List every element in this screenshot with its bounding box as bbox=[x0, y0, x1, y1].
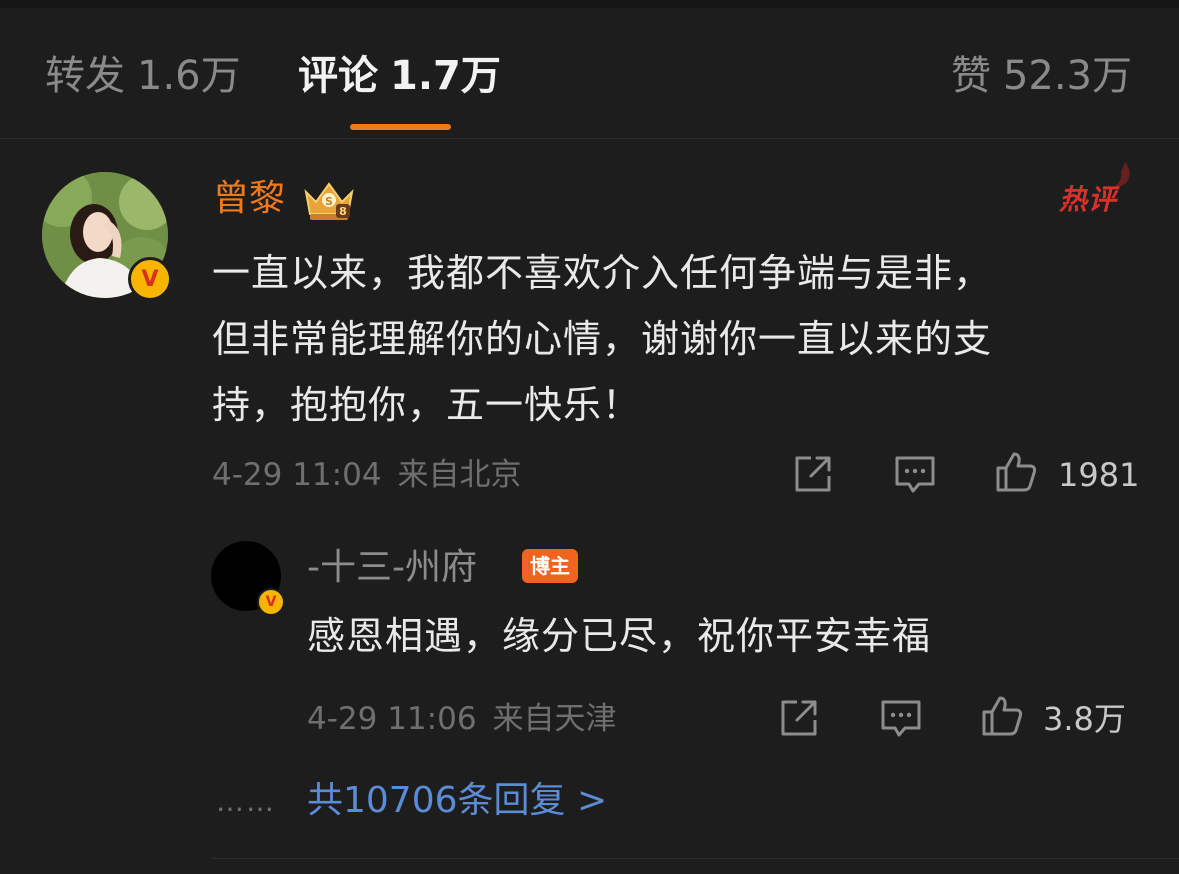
svg-text:S: S bbox=[325, 195, 333, 208]
comment-body: 一直以来，我都不喜欢介入任何争端与是非， 但非常能理解你的心情，谢谢你一直以来的… bbox=[212, 240, 1137, 438]
active-tab-indicator bbox=[350, 124, 451, 130]
tab-comments-label: 评论 bbox=[298, 53, 378, 99]
comment-like-count: 1981 bbox=[1058, 456, 1140, 494]
reply-username[interactable]: -十三-州府 bbox=[307, 546, 477, 590]
tab-repost-label: 转发 bbox=[45, 53, 125, 99]
tab-likes[interactable]: 赞 52.3万 bbox=[951, 54, 1132, 98]
reply-body: 感恩相遇，缘分已尽，祝你平安幸福 bbox=[307, 614, 932, 658]
tab-comments-count: 1.7万 bbox=[390, 53, 501, 99]
tab-repost[interactable]: 转发 1.6万 bbox=[45, 54, 241, 98]
reply-meta: 4-29 11:06 来自天津 bbox=[307, 699, 617, 739]
verified-badge-icon: V bbox=[257, 588, 285, 616]
comment-line: 持，抱抱你，五一快乐！ bbox=[212, 383, 642, 427]
verified-badge-icon: V bbox=[128, 257, 172, 301]
commenter-username[interactable]: 曾黎 bbox=[213, 177, 285, 221]
comment-time: 4-29 11:04 bbox=[212, 457, 382, 493]
comment-icon[interactable] bbox=[879, 696, 923, 740]
tab-comments[interactable]: 评论 1.7万 bbox=[298, 54, 501, 98]
share-icon[interactable] bbox=[791, 452, 835, 496]
comment-meta: 4-29 11:04 来自北京 bbox=[212, 455, 522, 495]
hot-comment-badge: 热评 bbox=[1059, 183, 1118, 216]
reply-like-count: 3.8万 bbox=[1043, 700, 1126, 738]
share-icon[interactable] bbox=[777, 696, 821, 740]
svg-text:8: 8 bbox=[339, 205, 347, 218]
comment-line: 但非常能理解你的心情，谢谢你一直以来的支 bbox=[212, 317, 993, 361]
tab-bar: 转发 1.6万 评论 1.7万 赞 52.3万 bbox=[0, 8, 1179, 139]
divider bbox=[212, 858, 1179, 859]
comments-page: 转发 1.6万 评论 1.7万 赞 52.3万 V 曾黎 S 8 热评 一直以来… bbox=[0, 0, 1179, 874]
thumbs-up-icon[interactable] bbox=[994, 450, 1038, 494]
comment-line: 一直以来，我都不喜欢介入任何争端与是非， bbox=[212, 251, 993, 295]
thumbs-up-icon[interactable] bbox=[980, 694, 1024, 738]
crown-icon: S 8 bbox=[304, 182, 354, 220]
comment-location: 来自北京 bbox=[397, 457, 522, 493]
tab-likes-label: 赞 bbox=[950, 53, 991, 99]
view-all-replies-link[interactable]: 共10706条回复 > bbox=[307, 779, 607, 823]
reply-location: 来自天津 bbox=[492, 701, 617, 737]
comment-icon[interactable] bbox=[893, 452, 937, 496]
reply-time: 4-29 11:06 bbox=[307, 701, 477, 737]
blogger-badge: 博主 bbox=[522, 549, 578, 583]
ellipsis-icon: …… bbox=[216, 785, 276, 818]
top-strip bbox=[0, 0, 1179, 8]
tab-likes-count: 52.3万 bbox=[1002, 53, 1132, 99]
tab-repost-count: 1.6万 bbox=[137, 53, 241, 99]
